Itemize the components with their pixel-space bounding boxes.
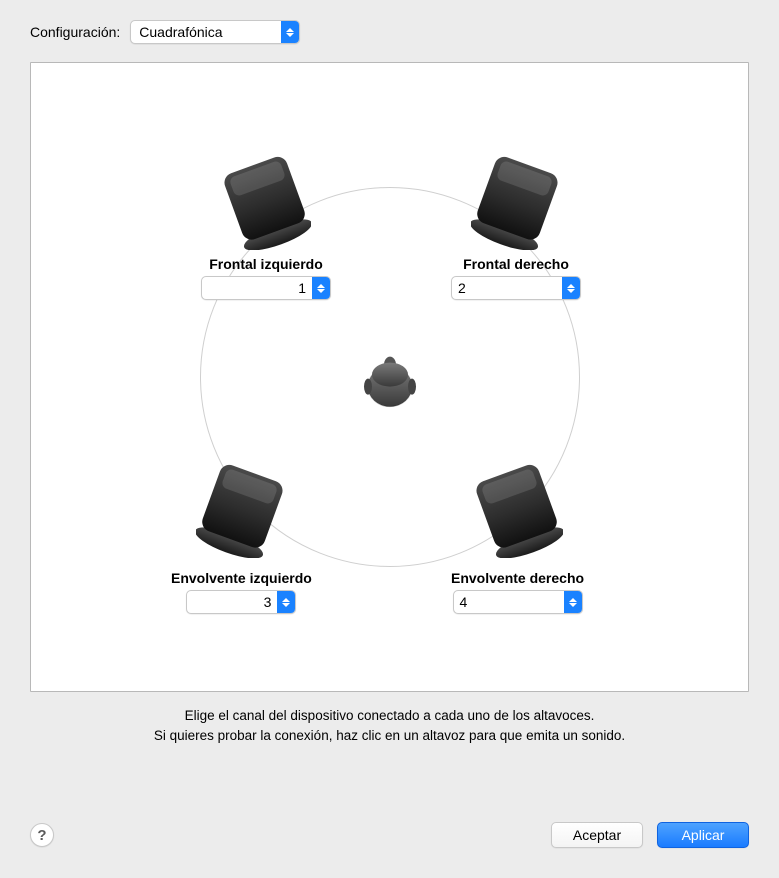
speaker-front-right-label: Frontal derecho: [463, 256, 569, 272]
speaker-front-right-icon[interactable]: [471, 155, 561, 250]
speaker-front-left-channel-popup[interactable]: 1: [201, 276, 331, 300]
speaker-surround-right-label: Envolvente derecho: [451, 570, 584, 586]
updown-icon: [277, 591, 295, 613]
updown-icon: [564, 591, 582, 613]
listener-icon: [362, 331, 418, 411]
hint-line-1: Elige el canal del dispositivo conectado…: [30, 706, 749, 726]
help-button[interactable]: ?: [30, 823, 54, 847]
config-popup[interactable]: Cuadrafónica: [130, 20, 300, 44]
speaker-layout-canvas: Frontal izquierdo 1 Frontal derecho 2 En…: [30, 62, 749, 692]
speaker-surround-left-label: Envolvente izquierdo: [171, 570, 312, 586]
speaker-front-left-icon[interactable]: [221, 155, 311, 250]
speaker-front-left-label: Frontal izquierdo: [209, 256, 323, 272]
updown-icon: [281, 21, 299, 43]
help-icon: ?: [37, 827, 46, 844]
cancel-button-label: Aceptar: [573, 827, 621, 843]
speaker-front-right-channel-popup[interactable]: 2: [451, 276, 581, 300]
speaker-front-left-channel-value: 1: [202, 277, 312, 299]
speaker-surround-right-icon[interactable]: [473, 463, 563, 558]
apply-button[interactable]: Aplicar: [657, 822, 749, 848]
speaker-surround-left-channel-popup[interactable]: 3: [186, 590, 296, 614]
speaker-surround-left-icon[interactable]: [196, 463, 286, 558]
apply-button-label: Aplicar: [682, 827, 725, 843]
speaker-surround-right-channel-value: 4: [454, 591, 564, 613]
updown-icon: [312, 277, 330, 299]
speaker-front-right-channel-value: 2: [452, 277, 562, 299]
config-value: Cuadrafónica: [131, 21, 281, 43]
updown-icon: [562, 277, 580, 299]
hint-line-2: Si quieres probar la conexión, haz clic …: [30, 726, 749, 746]
speaker-surround-right-channel-popup[interactable]: 4: [453, 590, 583, 614]
config-label: Configuración:: [30, 24, 120, 40]
hint-text: Elige el canal del dispositivo conectado…: [30, 706, 749, 745]
cancel-button[interactable]: Aceptar: [551, 822, 643, 848]
speaker-surround-left-channel-value: 3: [187, 591, 277, 613]
